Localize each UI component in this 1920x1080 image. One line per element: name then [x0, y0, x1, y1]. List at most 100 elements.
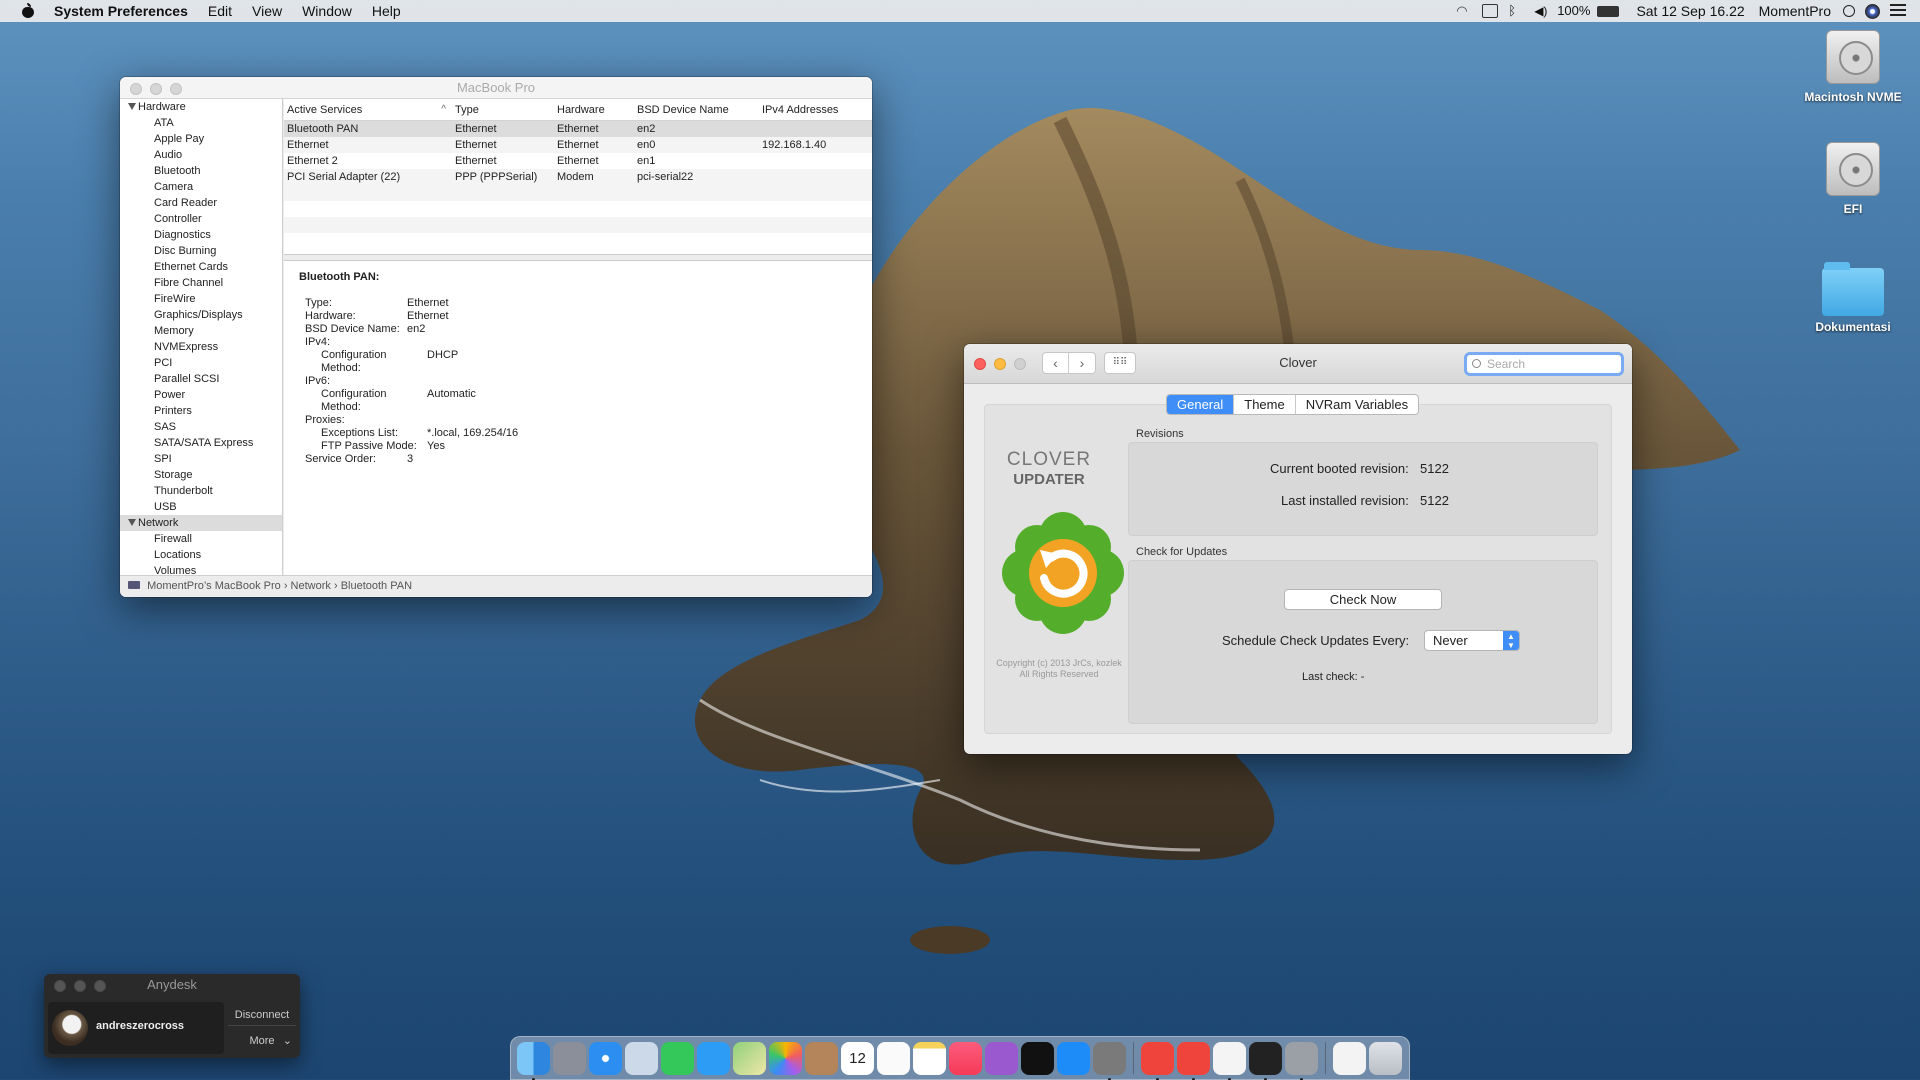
music-icon[interactable] — [949, 1041, 982, 1075]
tv-icon[interactable] — [1021, 1041, 1054, 1075]
contacts-icon[interactable] — [805, 1041, 838, 1075]
preview-icon[interactable] — [625, 1041, 658, 1075]
podcasts-icon[interactable] — [985, 1041, 1018, 1075]
sidebar-item[interactable]: USB — [120, 499, 282, 515]
menu-help[interactable]: Help — [362, 0, 411, 22]
sidebar-item[interactable]: SPI — [120, 451, 282, 467]
sidebar-item[interactable]: Thunderbolt — [120, 483, 282, 499]
table-row[interactable]: PCI Serial Adapter (22) PPP (PPPSerial) Mo… — [284, 169, 872, 185]
disclosure-triangle-icon[interactable] — [128, 103, 136, 110]
sidebar-group-hardware[interactable]: Hardware — [120, 99, 282, 115]
sidebar-item[interactable]: Audio — [120, 147, 282, 163]
messages-icon[interactable] — [697, 1041, 730, 1075]
sidebar-item[interactable]: FireWire — [120, 291, 282, 307]
sidebar-item[interactable]: Fibre Channel — [120, 275, 282, 291]
reminders-icon[interactable] — [877, 1041, 910, 1075]
sidebar-item[interactable]: ATA — [120, 115, 282, 131]
check-now-button[interactable]: Check Now — [1284, 589, 1442, 610]
column-header-ipv4-addresses[interactable]: IPv4 Addresses — [759, 99, 872, 120]
sidebar-item[interactable]: Graphics/Displays — [120, 307, 282, 323]
sidebar-group-network[interactable]: Network — [120, 515, 282, 531]
calendar-icon[interactable]: 12 — [841, 1041, 874, 1075]
sidebar-item[interactable]: Storage — [120, 467, 282, 483]
sidebar-item[interactable]: Camera — [120, 179, 282, 195]
disclosure-triangle-icon[interactable] — [128, 519, 136, 526]
path-item-network[interactable]: Network — [291, 580, 331, 592]
sidebar-item[interactable]: Power — [120, 387, 282, 403]
sidebar-item[interactable]: Diagnostics — [120, 227, 282, 243]
more-button[interactable]: More ⌄ — [228, 1030, 296, 1052]
desktop-icon-macintosh-nvme[interactable]: Macintosh NVME — [1793, 30, 1913, 104]
battery-percent[interactable]: 100% — [1555, 0, 1592, 22]
split-view-divider[interactable] — [284, 254, 872, 261]
sidebar-item[interactable]: Ethernet Cards — [120, 259, 282, 275]
search-input[interactable]: Search — [1464, 352, 1624, 376]
sidebar-item[interactable]: Locations — [120, 547, 282, 563]
menu-user[interactable]: MomentPro — [1752, 0, 1838, 22]
trash-icon[interactable] — [1369, 1041, 1402, 1075]
disconnect-button[interactable]: Disconnect — [228, 1004, 296, 1026]
anydesk-2-icon[interactable] — [1177, 1041, 1210, 1080]
schedule-select[interactable]: Never ▲ ▼ — [1424, 630, 1520, 651]
sidebar-item[interactable]: Controller — [120, 211, 282, 227]
documents-icon[interactable] — [1333, 1041, 1366, 1075]
menu-view[interactable]: View — [242, 0, 292, 22]
sidebar-item[interactable]: Volumes — [120, 563, 282, 575]
clover-configurator-icon[interactable] — [1285, 1041, 1318, 1080]
wifi-icon[interactable]: ◠ — [1456, 4, 1472, 18]
column-header-bsd-device-name[interactable]: BSD Device Name — [634, 99, 759, 120]
close-button[interactable] — [54, 980, 66, 992]
anydesk-icon[interactable] — [1141, 1041, 1174, 1080]
tab-general[interactable]: General — [1167, 395, 1235, 414]
minimize-button[interactable] — [150, 83, 162, 95]
sidebar-item[interactable]: SAS — [120, 419, 282, 435]
zoom-button[interactable] — [94, 980, 106, 992]
textedit-icon[interactable] — [1213, 1041, 1246, 1080]
battery-icon[interactable] — [1597, 5, 1620, 17]
table-row[interactable]: Ethernet Ethernet Ethernet en0 192.168.1.40 — [284, 137, 872, 153]
path-item-computer[interactable]: MomentPro’s MacBook Pro — [147, 580, 281, 592]
volume-icon[interactable]: ◀) — [1534, 4, 1550, 18]
menu-app-name[interactable]: System Preferences — [44, 0, 198, 22]
column-header-type[interactable]: Type — [452, 99, 554, 120]
sidebar-item[interactable]: Parallel SCSI — [120, 371, 282, 387]
sidebar-item[interactable]: Memory — [120, 323, 282, 339]
sidebar-item[interactable]: Printers — [120, 403, 282, 419]
tab-nvram-variables[interactable]: NVRam Variables — [1296, 395, 1418, 414]
launchpad-icon[interactable] — [553, 1041, 586, 1075]
sidebar-item[interactable]: Card Reader — [120, 195, 282, 211]
table-row[interactable]: Ethernet 2 Ethernet Ethernet en1 — [284, 153, 872, 169]
minimize-button[interactable] — [74, 980, 86, 992]
sidebar-item[interactable]: SATA/SATA Express — [120, 435, 282, 451]
bluetooth-icon[interactable]: ᛒ — [1508, 4, 1524, 18]
activity-icon[interactable] — [1482, 4, 1499, 18]
photos-icon[interactable] — [769, 1041, 802, 1075]
notification-center-icon[interactable] — [1890, 4, 1906, 18]
menu-window[interactable]: Window — [292, 0, 362, 22]
siri-icon[interactable] — [1865, 3, 1880, 19]
zoom-button[interactable] — [170, 83, 182, 95]
desktop-icon-efi[interactable]: EFI — [1793, 142, 1913, 216]
sidebar-item[interactable]: NVMExpress — [120, 339, 282, 355]
column-header-active-services[interactable]: Active Services ^ — [284, 99, 452, 120]
sidebar-item[interactable]: Disc Burning — [120, 243, 282, 259]
sidebar-item[interactable]: Firewall — [120, 531, 282, 547]
terminal-icon[interactable] — [1249, 1041, 1282, 1080]
sidebar-item[interactable]: Apple Pay — [120, 131, 282, 147]
path-item-bluetooth-pan[interactable]: Bluetooth PAN — [341, 580, 412, 592]
tab-theme[interactable]: Theme — [1234, 395, 1296, 414]
maps-icon[interactable] — [733, 1041, 766, 1075]
finder-icon[interactable] — [517, 1041, 550, 1080]
sidebar-item[interactable]: PCI — [120, 355, 282, 371]
column-header-hardware[interactable]: Hardware — [554, 99, 634, 120]
notes-icon[interactable] — [913, 1041, 946, 1075]
table-row[interactable]: Bluetooth PAN Ethernet Ethernet en2 — [284, 121, 872, 137]
apple-menu-icon[interactable] — [20, 3, 36, 19]
system-preferences-icon[interactable] — [1093, 1041, 1126, 1080]
menu-datetime[interactable]: Sat 12 Sep 16.22 — [1624, 0, 1751, 22]
menu-edit[interactable]: Edit — [198, 0, 242, 22]
close-button[interactable] — [130, 83, 142, 95]
desktop-icon-dokumentasi[interactable]: Dokumentasi — [1793, 262, 1913, 334]
sidebar-item[interactable]: Bluetooth — [120, 163, 282, 179]
spotlight-search-icon[interactable] — [1843, 5, 1855, 17]
